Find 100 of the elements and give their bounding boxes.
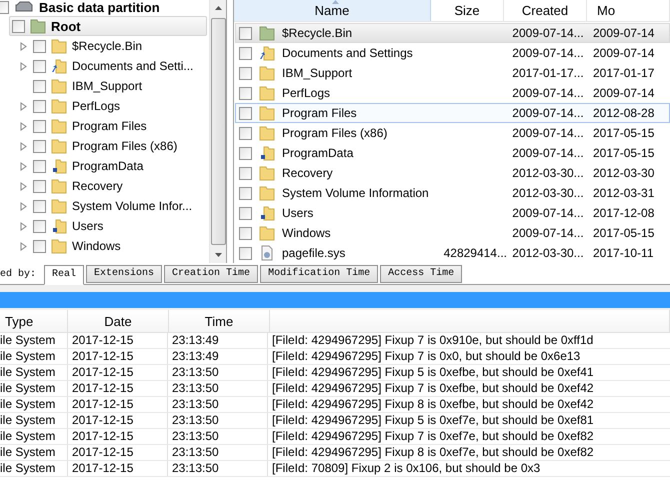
file-name: Recovery (282, 166, 333, 180)
table-cell: 2017-12-15 (68, 349, 168, 364)
checkbox[interactable] (33, 160, 46, 172)
expand-icon[interactable] (20, 222, 26, 230)
file-row[interactable]: $Recycle.Bin 2009-07-14... 2009-07-14 (235, 23, 670, 43)
folder-icon (51, 238, 67, 254)
scroll-thumb[interactable] (210, 18, 226, 245)
table-cell: 2017-12-15 (68, 397, 168, 412)
checkbox[interactable] (239, 206, 252, 220)
tree-item[interactable]: Documents and Setti... (0, 56, 209, 76)
expand-icon[interactable] (20, 42, 26, 50)
checkbox[interactable] (33, 220, 46, 232)
expand-icon[interactable] (20, 182, 26, 190)
checkbox[interactable] (239, 66, 252, 80)
expand-icon[interactable] (20, 162, 26, 170)
checkbox[interactable] (33, 120, 46, 132)
tree-item[interactable]: PerfLogs (0, 96, 209, 116)
folder-icon (51, 98, 67, 114)
scrollbar[interactable] (209, 0, 226, 263)
checkbox[interactable] (12, 20, 25, 32)
file-row[interactable]: Windows 2009-07-14... 2017-05-15 (235, 223, 670, 243)
checkbox[interactable] (33, 60, 46, 72)
tree-item[interactable]: Program Files (0, 116, 209, 136)
scroll-down-icon[interactable] (214, 253, 222, 257)
folder-icon (259, 85, 275, 101)
tree-item[interactable]: ProgramData (0, 156, 209, 176)
expand-icon[interactable] (20, 122, 26, 130)
tree-item[interactable]: Program Files (x86) (0, 136, 209, 156)
file-row[interactable]: ProgramData 2009-07-14... 2017-05-15 (235, 143, 670, 163)
checkbox[interactable] (33, 180, 46, 192)
sort-tab[interactable]: Creation Time (164, 265, 258, 283)
modified-date: 2017-05-15 (592, 226, 654, 240)
checkbox[interactable] (33, 240, 46, 252)
checkbox[interactable] (239, 86, 252, 100)
checkbox[interactable] (239, 246, 252, 260)
table-cell-text: [FileId: 4294967295] Fixup 7 is 0xef7e, but should be 0xef82 (271, 429, 595, 444)
checkbox[interactable] (239, 26, 252, 40)
checkbox[interactable] (239, 106, 252, 120)
tree-label: Windows (72, 239, 121, 253)
expand-icon[interactable] (20, 142, 26, 150)
table-cell-text: [FileId: 4294967295] Fixup 5 is 0xefbe, but should be 0xef41 (271, 365, 595, 380)
tree-item[interactable]: System Volume Infor... (0, 196, 209, 216)
file-row[interactable]: System Volume Information 2012-03-30... 2012-03-31 (235, 183, 670, 203)
created-date: 2009-07-14... (512, 146, 584, 160)
checkbox[interactable] (239, 146, 252, 160)
sort-tab[interactable]: Modification Time (260, 265, 378, 283)
modified-date: 2012-03-30 (592, 166, 654, 180)
checkbox[interactable] (239, 46, 252, 60)
file-row[interactable]: PerfLogs 2009-07-14... 2009-07-14 (235, 83, 670, 103)
tree-item[interactable]: Root (9, 16, 207, 36)
column-header[interactable]: Type (0, 310, 68, 332)
checkbox[interactable] (33, 140, 46, 152)
column-header[interactable]: Date (68, 310, 169, 332)
checkbox[interactable] (33, 200, 46, 212)
checkbox[interactable] (33, 40, 46, 52)
checkbox[interactable] (239, 126, 252, 140)
tree-item[interactable]: Windows (0, 236, 209, 256)
tree-item[interactable]: $Recycle.Bin (0, 36, 209, 56)
checkbox[interactable] (239, 186, 252, 200)
column-header[interactable]: Time (169, 310, 270, 332)
expand-icon[interactable] (20, 102, 26, 110)
column-header[interactable]: Mo (587, 0, 670, 21)
sort-tab[interactable]: Real (44, 265, 84, 285)
table-cell: 23:13:49 (168, 349, 268, 364)
scroll-up-icon[interactable] (214, 6, 222, 10)
file-row[interactable]: Program Files 2009-07-14... 2012-08-28 (235, 103, 670, 123)
expand-icon[interactable] (20, 202, 26, 210)
tree-item[interactable]: IBM_Support (0, 76, 209, 96)
modified-date: 2012-08-28 (592, 106, 654, 120)
column-header[interactable]: Name (234, 0, 431, 21)
modified-date: 2017-05-15 (592, 126, 654, 140)
expand-icon[interactable] (20, 242, 26, 250)
expand-icon[interactable] (20, 62, 26, 70)
file-name: Program Files (x86) (282, 126, 388, 140)
folder-icon (259, 125, 275, 141)
sort-tab[interactable]: Access Time (380, 265, 462, 283)
checkbox[interactable] (33, 100, 46, 112)
column-header[interactable]: Size (431, 0, 504, 21)
tree-item[interactable]: Recovery (0, 176, 209, 196)
file-name: $Recycle.Bin (282, 26, 352, 40)
column-header[interactable]: Created (504, 0, 587, 21)
tree-label: Recovery (72, 179, 123, 193)
file-row[interactable]: IBM_Support 2017-01-17... 2017-01-17 (235, 63, 670, 83)
tree-label: $Recycle.Bin (72, 39, 142, 53)
file-row[interactable]: pagefile.sys 42829414... 2012-03-30... 2017-10-11 (235, 243, 670, 263)
folder-icon (51, 118, 67, 134)
file-row[interactable]: Recovery 2012-03-30... 2012-03-30 (235, 163, 670, 183)
file-row[interactable]: Program Files (x86) 2009-07-14... 2017-05-15 (235, 123, 670, 143)
tree-item[interactable]: Users (0, 216, 209, 236)
file-row[interactable]: Users 2009-07-14... 2017-12-08 (235, 203, 670, 223)
folder-icon (259, 105, 275, 121)
checkbox[interactable] (33, 80, 46, 92)
file-size: 42829414... (444, 246, 507, 260)
file-row[interactable]: Documents and Settings 2009-07-14... 2009-07-14 (235, 43, 670, 63)
file-name: ProgramData (282, 146, 354, 160)
folder-icon (51, 38, 67, 54)
table-cell: ile System (0, 445, 68, 460)
checkbox[interactable] (239, 226, 252, 240)
sort-tab[interactable]: Extensions (86, 265, 162, 283)
checkbox[interactable] (239, 166, 252, 180)
